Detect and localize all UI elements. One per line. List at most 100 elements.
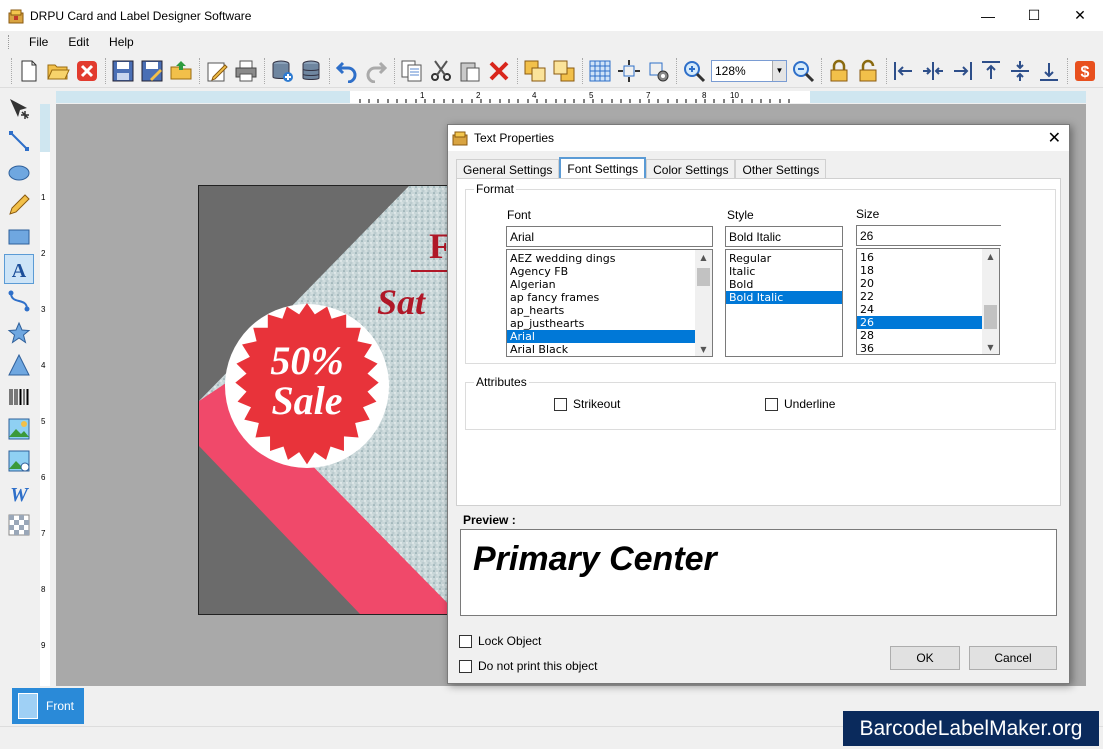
new-button[interactable] [15,57,43,85]
do-not-print-checkbox[interactable]: Do not print this object [459,659,597,673]
fit-button[interactable] [615,57,643,85]
zoom-input[interactable] [712,60,772,81]
chevron-down-icon[interactable]: ▼ [772,60,786,81]
align-center-v-button[interactable] [1006,57,1034,85]
underline-checkbox[interactable]: Underline [765,397,835,411]
size-list-item[interactable]: 20 [857,277,999,290]
strikeout-checkbox[interactable]: Strikeout [554,397,620,411]
menu-help[interactable]: Help [99,35,144,49]
scroll-down-icon[interactable]: ▼ [982,340,999,354]
size-list-item-selected[interactable]: 26 [857,316,982,329]
font-list-item[interactable]: Algerian [507,278,712,291]
font-list-item[interactable]: Arial Black [507,343,712,356]
size-list-item[interactable]: 36 [857,342,999,354]
style-list-item[interactable]: Bold [726,278,842,291]
triangle-tool[interactable] [4,350,34,380]
style-list[interactable]: Regular Italic Bold Bold Italic [725,249,843,357]
align-right-button[interactable] [948,57,976,85]
print-button[interactable] [232,57,260,85]
zoom-combo[interactable]: ▼ [711,59,787,82]
paste-button[interactable] [456,57,484,85]
scroll-up-icon[interactable]: ▲ [695,250,712,264]
bring-front-button[interactable] [521,57,549,85]
delete-button[interactable] [485,57,513,85]
underline-checkbox-box[interactable] [765,397,778,411]
text-tool[interactable]: A [4,254,34,284]
align-bottom-button[interactable] [1035,57,1063,85]
size-list-item[interactable]: 28 [857,329,999,342]
curve-tool[interactable] [4,286,34,316]
menu-edit[interactable]: Edit [58,35,99,49]
zoom-in-button[interactable] [680,57,708,85]
size-list-item[interactable]: 22 [857,290,999,303]
close-file-button[interactable] [73,57,101,85]
maximize-button[interactable]: ☐ [1011,0,1057,31]
send-back-button[interactable] [550,57,578,85]
save-as-button[interactable] [138,57,166,85]
watermark-tool[interactable] [4,510,34,540]
scroll-thumb[interactable] [697,268,710,286]
lock-object-checkbox-box[interactable] [459,634,472,648]
barcode-tool[interactable] [4,382,34,412]
wordart-tool[interactable]: W [4,478,34,508]
database-button[interactable] [297,57,325,85]
lock-button[interactable] [825,57,853,85]
pencil-tool[interactable] [4,190,34,220]
strikeout-checkbox-box[interactable] [554,397,567,411]
ellipse-tool[interactable] [4,158,34,188]
minimize-button[interactable]: — [965,0,1011,31]
save-button[interactable] [109,57,137,85]
style-list-item-selected[interactable]: Bold Italic [726,291,842,304]
dialog-close-icon[interactable]: ✕ [1048,128,1061,148]
select-tool[interactable] [4,94,34,124]
size-input[interactable] [856,225,1001,246]
line-tool[interactable] [4,126,34,156]
font-list-item[interactable]: ap fancy frames [507,291,712,304]
copy-button[interactable] [398,57,426,85]
do-not-print-checkbox-box[interactable] [459,659,472,673]
style-input[interactable] [725,226,843,247]
font-list-item[interactable]: Agency FB [507,265,712,278]
align-left-button[interactable] [890,57,918,85]
tab-font-settings[interactable]: Font Settings [559,157,647,180]
database-add-button[interactable] [268,57,296,85]
scroll-up-icon[interactable]: ▲ [982,249,999,263]
tab-color-settings[interactable]: Color Settings [646,159,736,179]
font-list[interactable]: AEZ wedding dings Agency FB Algerian ap … [506,249,713,357]
buy-button[interactable]: $ [1071,57,1099,85]
front-page-tab[interactable]: Front [12,688,84,724]
cancel-button[interactable]: Cancel [969,646,1057,670]
lock-object-checkbox[interactable]: Lock Object [459,634,541,648]
font-list-scrollbar[interactable]: ▲ ▼ [695,250,712,356]
font-list-item[interactable]: ap_justhearts [507,317,712,330]
size-list-item[interactable]: 16 [857,251,999,264]
close-button[interactable]: ✕ [1057,0,1103,31]
zoom-out-button[interactable] [789,57,817,85]
edit-button[interactable] [203,57,231,85]
settings-button[interactable] [644,57,672,85]
rectangle-tool[interactable] [4,222,34,252]
size-list-item[interactable]: 18 [857,264,999,277]
size-list-item[interactable]: 24 [857,303,999,316]
align-top-button[interactable] [977,57,1005,85]
ok-button[interactable]: OK [890,646,960,670]
style-list-item[interactable]: Italic [726,265,842,278]
font-list-item[interactable]: ap_hearts [507,304,712,317]
export-button[interactable] [167,57,195,85]
size-list[interactable]: 16 18 20 22 24 26 28 36 ▲ ▼ [856,248,1000,355]
scroll-down-icon[interactable]: ▼ [695,342,712,356]
size-list-scrollbar[interactable]: ▲ ▼ [982,249,999,354]
redo-button[interactable] [362,57,390,85]
style-list-item[interactable]: Regular [726,252,842,265]
menu-file[interactable]: File [19,35,58,49]
grid-button[interactable] [586,57,614,85]
image-library-tool[interactable] [4,446,34,476]
font-list-item-selected[interactable]: Arial [507,330,712,343]
star-tool[interactable] [4,318,34,348]
tab-other-settings[interactable]: Other Settings [735,159,827,179]
font-list-item[interactable]: AEZ wedding dings [507,252,712,265]
image-tool[interactable] [4,414,34,444]
open-button[interactable] [44,57,72,85]
scroll-thumb[interactable] [984,305,997,329]
undo-button[interactable] [333,57,361,85]
